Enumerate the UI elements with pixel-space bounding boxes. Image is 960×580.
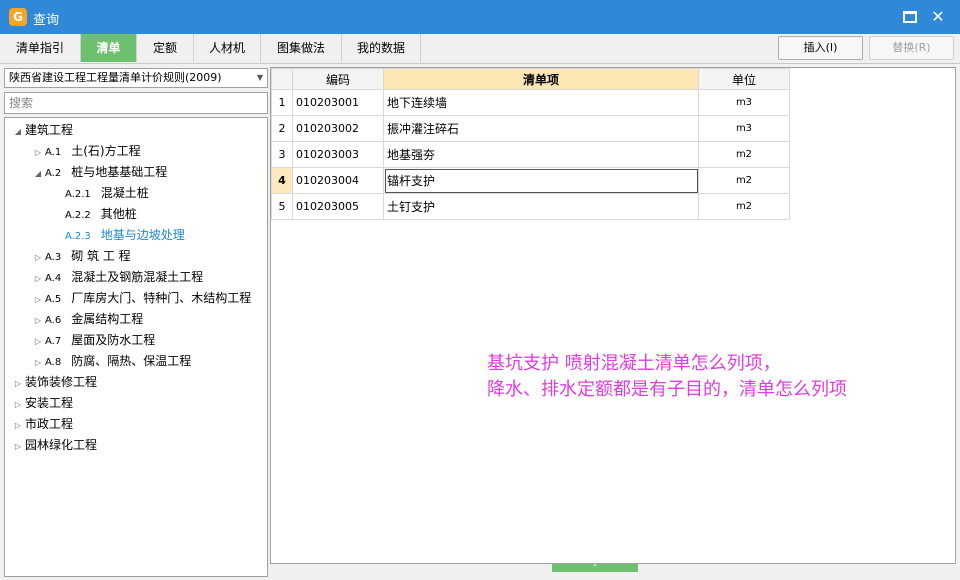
tree-node-a3[interactable]: ▷ A.3 砌 筑 工 程 [31,246,131,266]
expand-icon[interactable]: ◢ [11,122,25,142]
tree-node-a2[interactable]: ◢ A.2 桩与地基基础工程 [31,162,167,182]
collapse-icon[interactable]: ▷ [11,437,25,457]
row-unit[interactable]: m2 [698,141,790,168]
collapse-icon[interactable]: ▷ [31,332,45,352]
table-row-current[interactable]: 4 010203004 锚杆支护 m2 [271,167,790,194]
annotation-line-2: 降水、排水定额都是有子目的，清单怎么列项 [487,379,847,400]
row-code[interactable]: 010203004 [292,167,384,194]
header-index [271,68,293,90]
row-unit[interactable]: m3 [698,89,790,116]
tree-node-landscape[interactable]: ▷ 园林绿化工程 [11,435,97,455]
row-unit[interactable]: m2 [698,167,790,194]
replace-button[interactable]: 替换(R) [869,36,954,60]
tree-node-a7[interactable]: ▷ A.7 屋面及防水工程 [31,330,155,350]
close-button[interactable]: ✕ [926,5,950,29]
row-item[interactable]: 锚杆支护 [383,167,699,194]
tab-quota[interactable]: 定额 [137,34,194,62]
header-unit[interactable]: 单位 [698,68,790,90]
maximize-icon [903,11,917,23]
collapse-icon[interactable]: ▷ [31,290,45,310]
table-row[interactable]: 5 010203005 土钉支护 m2 [271,193,790,220]
tree-node-building[interactable]: ◢ 建筑工程 [11,120,73,140]
row-item[interactable]: 土钉支护 [383,193,699,220]
row-index: 5 [271,193,293,220]
tree-node-a8[interactable]: ▷ A.8 防腐、隔热、保温工程 [31,351,191,371]
row-unit[interactable]: m2 [698,193,790,220]
header-item[interactable]: 清单项 [383,68,699,90]
window-title: 查询 [33,13,60,28]
list-grid-pane: 编码 清单项 单位 1 010203001 地下连续墙 m3 2 0102030… [270,67,956,564]
table-row[interactable]: 2 010203002 振冲灌注碎石 m3 [271,115,790,142]
row-item[interactable]: 振冲灌注碎石 [383,115,699,142]
collapse-icon[interactable]: ▷ [11,416,25,436]
tree-node-decoration[interactable]: ▷ 装饰装修工程 [11,372,97,392]
row-index: 3 [271,141,293,168]
row-unit[interactable]: m3 [698,115,790,142]
row-code[interactable]: 010203003 [292,141,384,168]
collapse-icon[interactable]: ▷ [11,374,25,394]
category-tree: ◢ 建筑工程 ▷ A.1 土(石)方工程 ◢ A.2 桩与地基基础工程 A.2.1 混凝土桩… [4,117,268,577]
collapse-icon[interactable]: ▷ [31,269,45,289]
list-grid: 编码 清单项 单位 1 010203001 地下连续墙 m3 2 0102030… [271,68,790,220]
tree-node-a23[interactable]: A.2.3 地基与边坡处理 [65,225,185,245]
close-icon: ✕ [931,7,945,26]
title-bar: G 查询 ✕ [0,0,960,34]
row-index: 4 [271,167,293,194]
collapse-icon[interactable]: ▷ [31,143,45,163]
tree-node-a6[interactable]: ▷ A.6 金属结构工程 [31,309,143,329]
collapse-icon[interactable]: ▷ [31,311,45,331]
table-row[interactable]: 3 010203003 地基强夯 m2 [271,141,790,168]
collapse-icon[interactable]: ▷ [11,395,25,415]
tree-node-a4[interactable]: ▷ A.4 混凝土及钢筋混凝土工程 [31,267,203,287]
tab-list-guide[interactable]: 清单指引 [0,34,81,62]
tab-my-data[interactable]: 我的数据 [342,34,421,62]
annotation-text: 基坑支护 喷射混凝土清单怎么列项， 降水、排水定额都是有子目的，清单怎么列项 [487,351,847,403]
tab-atlas-method[interactable]: 图集做法 [261,34,342,62]
row-item[interactable]: 地基强夯 [383,141,699,168]
annotation-line-1: 基坑支护 喷射混凝土清单怎么列项， [487,353,781,374]
tab-list[interactable]: 清单 [81,34,137,62]
chevron-down-icon: ▼ [256,73,263,82]
row-item[interactable]: 地下连续墙 [383,89,699,116]
expand-icon[interactable]: ◢ [31,164,45,184]
tree-node-a1[interactable]: ▷ A.1 土(石)方工程 [31,141,141,161]
row-code[interactable]: 010203001 [292,89,384,116]
tree-node-municipal[interactable]: ▷ 市政工程 [11,414,73,434]
grid-header-row: 编码 清单项 单位 [271,68,790,90]
row-code[interactable]: 010203005 [292,193,384,220]
panel-resize-handle[interactable]: ⌃ [552,564,638,572]
maximize-button[interactable] [898,5,922,29]
app-logo-icon: G [9,8,27,26]
row-index: 2 [271,115,293,142]
tree-node-a5[interactable]: ▷ A.5 厂库房大门、特种门、木结构工程 [31,288,251,308]
header-code[interactable]: 编码 [292,68,384,90]
rule-select[interactable]: 陕西省建设工程工程量清单计价规则(2009) ▼ [4,68,268,88]
insert-button[interactable]: 插入(I) [778,36,863,60]
chevron-up-icon: ⌃ [591,563,599,572]
tab-labor-material-machine[interactable]: 人材机 [194,34,261,62]
row-code[interactable]: 010203002 [292,115,384,142]
collapse-icon[interactable]: ▷ [31,248,45,268]
collapse-icon[interactable]: ▷ [31,353,45,373]
rule-select-value: 陕西省建设工程工程量清单计价规则(2009) [9,71,222,84]
row-index: 1 [271,89,293,116]
table-row[interactable]: 1 010203001 地下连续墙 m3 [271,89,790,116]
tree-node-installation[interactable]: ▷ 安装工程 [11,393,73,413]
tree-node-a21[interactable]: A.2.1 混凝土桩 [65,183,149,203]
tree-node-a22[interactable]: A.2.2 其他桩 [65,204,137,224]
search-input[interactable] [4,92,268,114]
